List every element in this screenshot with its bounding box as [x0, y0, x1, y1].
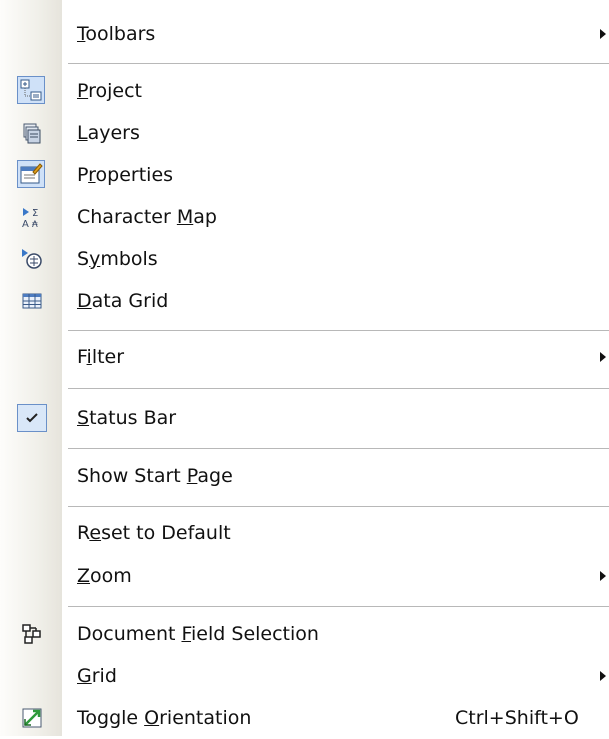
menu-item-document-field-selection[interactable]: Document Field Selection — [0, 613, 609, 655]
menu-item-label: Document Field Selection — [77, 623, 319, 645]
menu-item-label: Properties — [77, 164, 174, 186]
menu-item-filter[interactable]: Filter — [0, 336, 609, 378]
menu-item-status-bar[interactable]: Status Bar — [0, 397, 609, 439]
menu-item-label: Toolbars — [77, 23, 156, 45]
submenu-arrow-icon — [600, 352, 606, 362]
menu-item-label: Toggle Orientation — [77, 707, 252, 729]
properties-icon — [17, 160, 45, 188]
project-icon — [17, 76, 45, 104]
menu-item-symbols[interactable]: Symbols — [0, 238, 609, 280]
menu-separator — [68, 330, 609, 331]
menu-item-label: Status Bar — [77, 407, 177, 429]
toggle-orientation-icon — [20, 706, 44, 730]
menu-item-label: Grid — [77, 665, 117, 687]
layers-icon — [20, 121, 44, 145]
svg-text:Σ: Σ — [32, 208, 38, 219]
menu-item-label: Filter — [77, 346, 125, 368]
menu-item-show-start-page[interactable]: Show Start Page — [0, 455, 609, 497]
field-selection-icon — [20, 622, 44, 646]
menu-item-toggle-orientation[interactable]: Toggle Orientation Ctrl+Shift+O — [0, 697, 609, 739]
menu-item-properties[interactable]: Properties — [0, 154, 609, 196]
svg-text:A: A — [22, 219, 29, 229]
menu-item-project[interactable]: Project — [0, 70, 609, 112]
menu-separator — [68, 388, 609, 389]
menu-separator — [68, 448, 609, 449]
menu-item-layers[interactable]: Layers — [0, 112, 609, 154]
menu-separator — [68, 63, 609, 64]
submenu-arrow-icon — [600, 571, 606, 581]
submenu-arrow-icon — [600, 671, 606, 681]
data-grid-icon — [20, 289, 44, 313]
menu-separator — [68, 506, 609, 507]
shortcut-label: Ctrl+Shift+O — [455, 707, 579, 729]
svg-text:₳: ₳ — [32, 220, 38, 229]
menu-item-zoom[interactable]: Zoom — [0, 555, 609, 597]
menu-item-label: Show Start Page — [77, 465, 233, 487]
submenu-arrow-icon — [600, 29, 606, 39]
menu-item-label: Data Grid — [77, 290, 169, 312]
menu-item-grid[interactable]: Grid — [0, 655, 609, 697]
checkmark-icon — [17, 404, 47, 432]
view-context-menu: Toolbars Project Layers Properties Σ A ₳… — [0, 0, 609, 736]
character-map-icon: Σ A ₳ — [20, 205, 44, 229]
menu-item-label: Project — [77, 80, 143, 102]
menu-item-label: Zoom — [77, 565, 132, 587]
menu-item-label: Symbols — [77, 248, 158, 270]
menu-item-character-map[interactable]: Σ A ₳ Character Map — [0, 196, 609, 238]
menu-item-data-grid[interactable]: Data Grid — [0, 280, 609, 322]
menu-item-label: Reset to Default — [77, 522, 231, 544]
menu-item-toolbars[interactable]: Toolbars — [0, 13, 609, 55]
menu-item-reset-to-default[interactable]: Reset to Default — [0, 512, 609, 554]
menu-item-label: Character Map — [77, 206, 217, 228]
menu-separator — [68, 606, 609, 607]
menu-item-label: Layers — [77, 122, 140, 144]
symbols-icon — [20, 247, 44, 271]
